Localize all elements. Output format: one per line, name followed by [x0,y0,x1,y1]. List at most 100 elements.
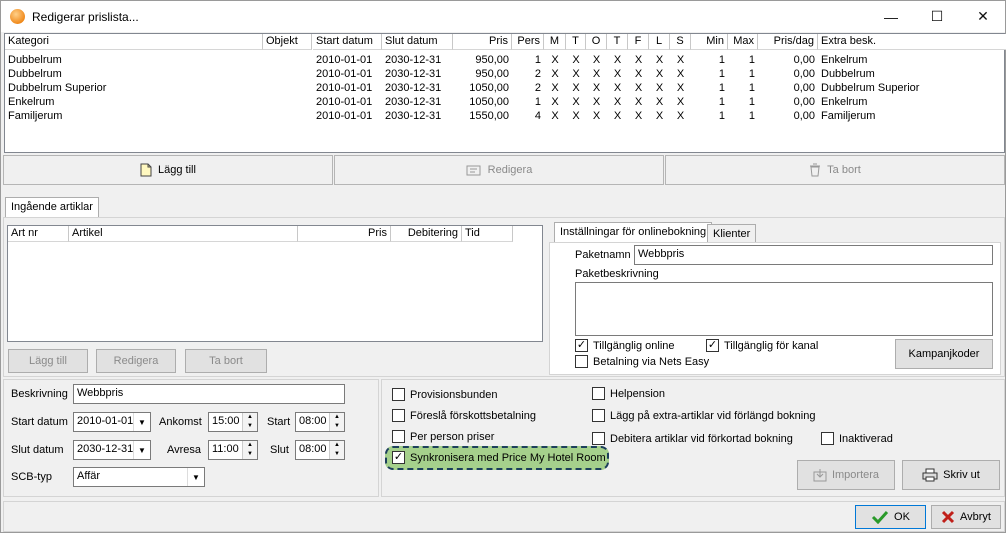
sync-pmhr-checkbox[interactable]: ✓ Synkronisera med Price My Hotel Room [392,451,606,464]
col-extra-besk[interactable]: Extra besk. [818,34,1006,50]
departure-time-input[interactable]: 11:00 ▲ ▼ [208,440,258,460]
print-label: Skriv ut [943,469,980,481]
full-board-label: Helpension [610,387,666,400]
table-cell: 1 [718,82,725,94]
table-row[interactable]: Familjerum 2010-01-01 2030-12-31 1550,00 4 X X… [5,109,1005,123]
time-start-input[interactable]: 08:00 ▲ ▼ [295,412,345,432]
package-desc-input[interactable] [575,282,993,336]
table-cell: X [634,82,643,94]
app-icon [10,9,25,24]
table-cell: Enkelrum [821,54,868,66]
campaign-codes-button[interactable]: Kampanjkoder [895,339,993,369]
chevron-down-icon[interactable]: ▼ [133,441,150,459]
col-o[interactable]: O [586,34,607,50]
cancel-button[interactable]: Avbryt [931,505,1001,529]
table-cell: 2030-12-31 [385,54,442,66]
price-grid[interactable]: Kategori Objekt Start datum Slut datum Pris P… [4,33,1006,153]
checkbox-box [821,432,834,445]
inactive-checkbox[interactable]: Inaktiverad [821,432,893,445]
chevron-down-icon[interactable]: ▼ [187,468,204,486]
scb-type-select[interactable]: Affär ▼ [73,467,205,487]
add-extra-checkbox[interactable]: Lägg på extra-artiklar vid förlängd bokn… [592,409,815,422]
chevron-down-icon[interactable]: ▼ [133,413,150,431]
minimize-button[interactable]: — [868,1,914,32]
col-slut-datum[interactable]: Slut datum [382,34,453,50]
close-button[interactable]: ✕ [960,1,1006,32]
ok-button[interactable]: OK [855,505,926,529]
col-m[interactable]: M [544,34,566,50]
full-board-checkbox[interactable]: Helpension [592,387,665,400]
col-pers[interactable]: Pers [512,34,544,50]
table-row[interactable]: Enkelrum 2010-01-01 2030-12-31 1050,00 1 X X X X… [5,95,1005,109]
arrival-time-input[interactable]: 15:00 ▲ ▼ [208,412,258,432]
package-name-label: Paketnamn [575,249,631,261]
col-max[interactable]: Max [728,34,758,50]
table-row[interactable]: Dubbelrum 2010-01-01 2030-12-31 950,00 2 X X X X… [5,67,1005,81]
col-t2[interactable]: T [607,34,628,50]
time-end-input[interactable]: 08:00 ▲ ▼ [295,440,345,460]
spinner-icon[interactable]: ▲ ▼ [242,441,257,459]
col-s[interactable]: S [670,34,691,50]
table-cell: X [592,96,601,108]
per-person-checkbox[interactable]: Per person priser [392,430,494,443]
table-cell: X [676,54,685,66]
article-edit-button[interactable]: Redigera [96,349,176,373]
col-f[interactable]: F [628,34,649,50]
tab-online-booking[interactable]: Inställningar för onlinebokning [554,222,713,242]
col-pris-dag[interactable]: Pris/dag [758,34,818,50]
maximize-button[interactable]: ☐ [914,1,960,32]
description-input[interactable]: Webbpris [73,384,345,404]
table-cell: X [634,110,643,122]
available-channel-checkbox[interactable]: ✓ Tillgänglig för kanal [706,339,818,352]
col-kategori[interactable]: Kategori [5,34,263,50]
delete-button[interactable]: Ta bort [665,155,1005,185]
provision-checkbox[interactable]: Provisionsbunden [392,388,497,401]
table-cell: 950,00 [475,54,509,66]
spinner-icon[interactable]: ▲ ▼ [329,413,344,431]
package-name-input[interactable]: Webbpris [634,245,993,265]
start-date-picker[interactable]: 2010-01-01 ▼ [73,412,151,432]
import-button[interactable]: Importera [797,460,895,490]
available-online-checkbox[interactable]: ✓ Tillgänglig online [575,339,675,352]
nets-easy-checkbox[interactable]: Betalning via Nets Easy [575,355,709,368]
col-pris[interactable]: Pris [453,34,512,50]
prepay-label: Föreslå förskottsbetalning [410,409,536,422]
table-cell: Enkelrum [821,96,868,108]
col-start-datum[interactable]: Start datum [313,34,382,50]
article-add-button[interactable]: Lägg till [8,349,88,373]
end-date-value: 2030-12-31 [77,443,134,455]
end-date-picker[interactable]: 2030-12-31 ▼ [73,440,151,460]
spinner-icon[interactable]: ▲ ▼ [329,441,344,459]
articles-grid[interactable]: Art nr Artikel Pris Debitering Tid [7,225,543,342]
spinner-icon[interactable]: ▲ ▼ [242,413,257,431]
print-button[interactable]: Skriv ut [902,460,1000,490]
edit-button[interactable]: Redigera [334,155,664,185]
checkbox-box [592,409,605,422]
table-cell: X [613,110,622,122]
prepay-checkbox[interactable]: Föreslå förskottsbetalning [392,409,536,422]
table-cell: X [655,54,664,66]
table-row[interactable]: Dubbelrum Superior 2010-01-01 2030-12-31 10… [5,81,1005,95]
table-cell: X [551,96,559,108]
tab-ingaende-artiklar[interactable]: Ingående artiklar [5,197,99,217]
table-cell: X [572,96,580,108]
tab-clients[interactable]: Klienter [707,224,757,242]
col-t[interactable]: T [566,34,586,50]
checkbox-box [592,432,605,445]
article-delete-button[interactable]: Ta bort [185,349,267,373]
col-pris: Pris [298,226,391,242]
new-document-icon [140,163,152,177]
add-button[interactable]: Lägg till [3,155,333,185]
table-cell: X [551,54,559,66]
arrival-time-value: 15:00 [212,415,240,427]
table-row[interactable]: Dubbelrum 2010-01-01 2030-12-31 950,00 1 X X X X… [5,53,1005,67]
table-cell: X [551,68,559,80]
table-cell: X [655,96,664,108]
table-cell: X [592,54,601,66]
charge-short-checkbox[interactable]: Debitera artiklar vid förkortad bokning [592,432,793,445]
arrival-label: Ankomst [159,416,202,428]
inactive-label: Inaktiverad [839,432,893,445]
col-objekt[interactable]: Objekt [263,34,312,50]
col-l[interactable]: L [649,34,670,50]
col-min[interactable]: Min [691,34,728,50]
